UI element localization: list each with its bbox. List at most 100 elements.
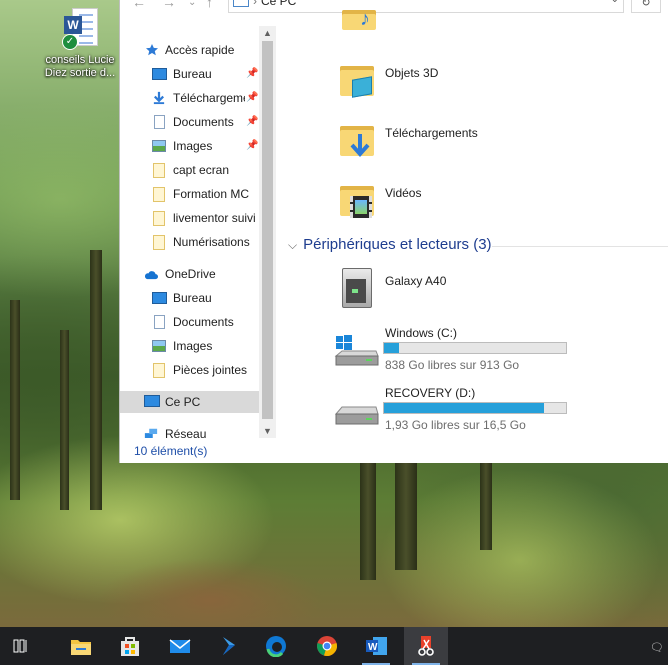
folder-item-objets-3d[interactable]	[338, 60, 378, 100]
taskbar-mail[interactable]	[158, 627, 202, 665]
pin-icon: 📌	[246, 92, 259, 103]
drive-usage-fill	[384, 343, 399, 353]
folder-label: Objets 3D	[385, 66, 439, 80]
nav-item-livementor-suivi[interactable]: livementor suivi	[120, 207, 259, 229]
taskbar-edge[interactable]	[254, 627, 298, 665]
document-icon	[154, 315, 165, 329]
phone-device-icon	[342, 268, 372, 308]
computer-icon	[144, 395, 160, 407]
pin-icon: 📌	[246, 116, 259, 127]
svg-text:W: W	[368, 642, 378, 653]
back-arrow-icon[interactable]: ←	[132, 0, 146, 10]
pictures-icon	[152, 340, 166, 352]
pin-icon: 📌	[246, 140, 259, 151]
music-note-icon: ♪	[360, 8, 370, 30]
drive-free-space: 838 Go libres sur 913 Go	[385, 358, 520, 372]
nav-pane-scrollbar[interactable]: ▲ ▼	[259, 26, 276, 438]
nav-item-pieces-jointes[interactable]: Pièces jointes	[120, 359, 259, 381]
scissors-icon	[418, 636, 434, 656]
download-icon	[153, 91, 165, 105]
drive-free-space: 1,93 Go libres sur 16,5 Go	[385, 418, 526, 432]
drive-label: Windows (C:)	[385, 326, 458, 340]
nav-item-documents[interactable]: Documents 📌	[120, 111, 259, 133]
notification-area-icon[interactable]: 🗨	[650, 641, 664, 654]
desktop-icon-label: conseils Lucie Diez sortie d...	[44, 54, 116, 79]
folder-icon	[153, 163, 165, 178]
taskbar-chrome[interactable]	[305, 627, 349, 665]
taskbar-microsoft-store[interactable]	[108, 627, 152, 665]
word-icon: W	[366, 637, 387, 655]
folder-label: Vidéos	[385, 186, 422, 200]
scroll-down-icon[interactable]: ▼	[259, 424, 276, 438]
desktop-icon	[152, 292, 167, 304]
pictures-icon	[152, 140, 166, 152]
windows-drive-icon	[334, 335, 379, 366]
store-icon	[121, 637, 139, 656]
mail-icon	[169, 639, 191, 653]
status-item-count: 10 élément(s)	[134, 444, 208, 458]
scrollbar-thumb[interactable]	[262, 41, 273, 419]
file-explorer-window: ← → ⌄ ↑ ›Ce PC ⌄ ↻ Accès rapide Bureau 📌…	[119, 0, 668, 463]
device-item-galaxy-a40[interactable]	[338, 266, 378, 308]
drive-icon	[334, 406, 379, 425]
folder-icon	[153, 211, 165, 226]
nav-item-onedrive-bureau[interactable]: Bureau	[120, 287, 259, 309]
nav-item-numerisations[interactable]: Numérisations	[120, 231, 259, 253]
chrome-icon	[317, 636, 337, 656]
cloud-icon	[144, 271, 158, 280]
chevron-down-icon[interactable]: ⌵	[288, 238, 297, 252]
desktop-word-document[interactable]: W ✓ conseils Lucie Diez sortie d...	[40, 6, 120, 80]
nav-item-telechargements[interactable]: Téléchargements 📌	[120, 87, 259, 109]
computer-icon	[233, 0, 249, 7]
device-label: Galaxy A40	[385, 274, 447, 288]
nav-item-bureau[interactable]: Bureau 📌	[120, 63, 259, 85]
folder-icon	[71, 640, 91, 655]
folder-item-videos[interactable]	[338, 180, 378, 220]
section-header-devices[interactable]: ⌵ Périphériques et lecteurs (3)	[288, 236, 492, 253]
taskbar-word[interactable]: W	[354, 627, 398, 665]
scroll-up-icon[interactable]: ▲	[259, 26, 276, 40]
taskbar-snipping-tool[interactable]	[404, 627, 448, 665]
pin-icon: 📌	[246, 68, 259, 79]
folder-icon	[153, 187, 165, 202]
nav-item-onedrive[interactable]: OneDrive	[120, 263, 259, 285]
music-folder-item[interactable]: ♪	[340, 2, 380, 42]
folder-label: Téléchargements	[385, 126, 478, 140]
nav-item-images[interactable]: Images 📌	[120, 135, 259, 157]
drive-label: RECOVERY (D:)	[385, 386, 476, 400]
folder-item-telechargements[interactable]	[338, 120, 378, 160]
up-arrow-icon[interactable]: ↑	[206, 0, 213, 10]
music-folder-icon	[342, 10, 376, 30]
edge-icon	[266, 636, 286, 657]
nav-item-onedrive-documents[interactable]: Documents	[120, 311, 259, 333]
taskbar-visual-studio[interactable]	[206, 627, 250, 665]
content-pane: ♪ Objets 3D Téléchargements Vidéos ⌵ Péri…	[276, 0, 668, 440]
nav-item-quick-access[interactable]: Accès rapide	[120, 39, 259, 61]
star-icon	[146, 44, 158, 56]
drive-usage-bar	[383, 402, 567, 414]
nav-item-capt-ecran[interactable]: capt ecran	[120, 159, 259, 181]
drive-item-windows-c[interactable]	[334, 330, 382, 370]
nav-item-ce-pc[interactable]: Ce PC	[120, 391, 259, 413]
section-divider	[492, 246, 668, 247]
drive-item-recovery-d[interactable]	[334, 394, 382, 434]
document-icon	[154, 115, 165, 129]
nav-item-onedrive-images[interactable]: Images	[120, 335, 259, 357]
network-icon	[144, 428, 158, 438]
task-view-icon	[13, 639, 27, 653]
word-document-icon: W ✓	[62, 6, 98, 50]
drive-usage-bar	[383, 342, 567, 354]
sync-check-icon: ✓	[62, 34, 78, 50]
folder-icon	[153, 363, 165, 378]
drive-usage-fill	[384, 403, 545, 413]
taskbar-file-explorer[interactable]	[59, 627, 103, 665]
folder-icon	[153, 235, 165, 250]
forward-arrow-icon[interactable]: →	[162, 0, 176, 10]
desktop-icon	[152, 68, 167, 80]
visual-studio-icon	[223, 637, 235, 655]
taskbar-task-view[interactable]	[0, 627, 44, 665]
nav-item-reseau[interactable]: Réseau	[120, 423, 259, 438]
recent-dropdown-icon[interactable]: ⌄	[188, 0, 196, 8]
nav-item-formation-mc[interactable]: Formation MC	[120, 183, 259, 205]
taskbar: W 🗨	[0, 627, 668, 665]
